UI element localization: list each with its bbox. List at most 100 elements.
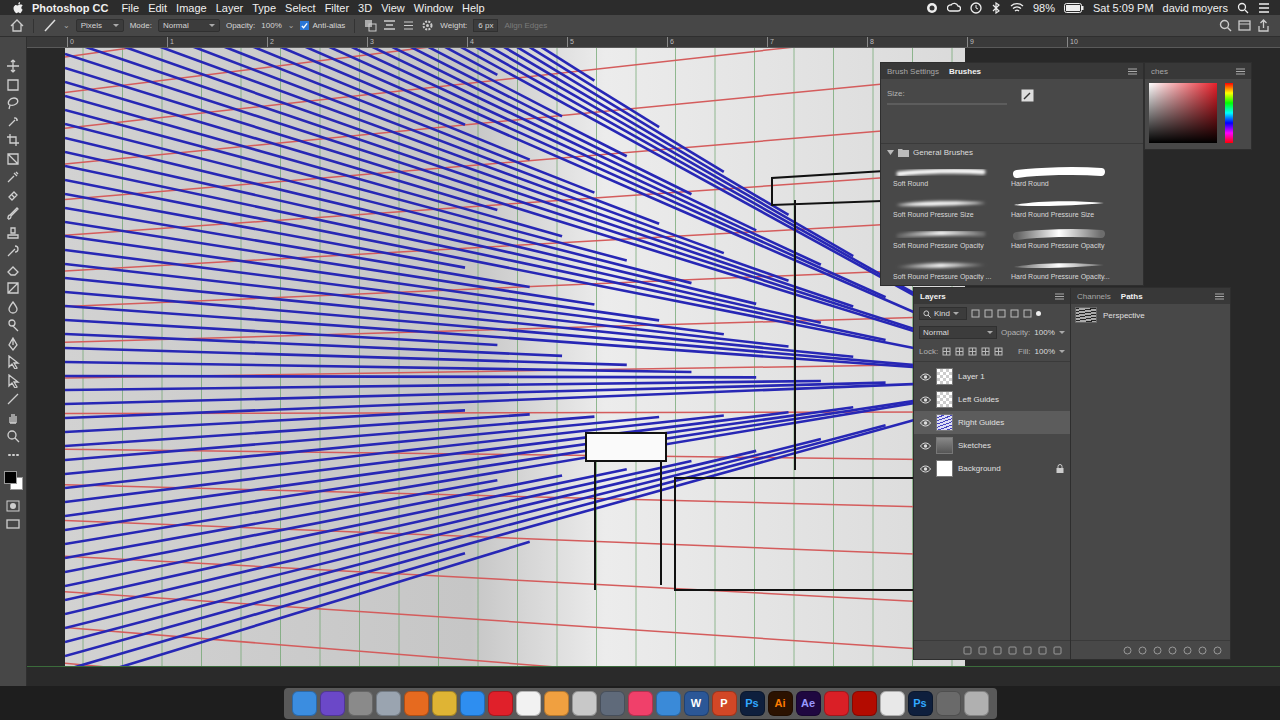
filter-dropdown[interactable]: Kind bbox=[919, 307, 967, 320]
dock-app-icon[interactable] bbox=[936, 691, 961, 716]
color-field[interactable] bbox=[1149, 83, 1217, 143]
filter-toggle-icon[interactable] bbox=[1036, 311, 1041, 316]
time-machine-icon[interactable] bbox=[970, 2, 982, 14]
wifi-icon[interactable] bbox=[1010, 2, 1024, 14]
lock-position-icon[interactable] bbox=[968, 347, 977, 356]
link-icon[interactable] bbox=[963, 646, 972, 655]
work-path-icon[interactable] bbox=[1168, 646, 1177, 655]
brush-preset[interactable]: Hard Round bbox=[1011, 161, 1127, 192]
tool-preset-caret[interactable]: ⌄ bbox=[63, 21, 70, 30]
crop-icon[interactable] bbox=[6, 133, 20, 147]
eyedropper-icon[interactable] bbox=[6, 170, 20, 184]
brush-preset[interactable]: Soft Round Pressure Opacity ... bbox=[893, 254, 1009, 285]
dock-app-icon[interactable] bbox=[460, 691, 485, 716]
path-select-icon[interactable] bbox=[6, 374, 20, 388]
panel-tab[interactable]: ches bbox=[1147, 65, 1172, 78]
workspace-icon[interactable] bbox=[1238, 19, 1251, 32]
layer-row[interactable]: Layer 1 bbox=[914, 365, 1070, 388]
battery-icon[interactable] bbox=[1064, 3, 1084, 13]
eye-icon[interactable] bbox=[920, 419, 931, 427]
smart-object-filter-icon[interactable] bbox=[1023, 309, 1032, 318]
menu-item[interactable]: Filter bbox=[325, 2, 349, 14]
mask-icon[interactable] bbox=[993, 646, 1002, 655]
align-icon[interactable] bbox=[383, 19, 396, 32]
brush-preset[interactable]: Hard Round Pressure Size bbox=[1011, 192, 1127, 223]
lock-all-icon[interactable] bbox=[994, 347, 1003, 356]
pen-icon[interactable] bbox=[6, 337, 20, 351]
dock-app-icon[interactable] bbox=[320, 691, 345, 716]
quick-mask-icon[interactable] bbox=[6, 499, 20, 513]
dock-app-icon[interactable] bbox=[404, 691, 429, 716]
healing-icon[interactable] bbox=[6, 189, 20, 203]
caret-icon[interactable] bbox=[1059, 331, 1065, 334]
hand-icon[interactable] bbox=[6, 411, 20, 425]
panel-menu-icon[interactable] bbox=[1128, 68, 1137, 75]
clock[interactable]: Sat 5:09 PM bbox=[1093, 2, 1154, 14]
dock-app-icon[interactable] bbox=[348, 691, 373, 716]
frame-icon[interactable] bbox=[6, 152, 20, 166]
line-icon[interactable] bbox=[6, 392, 20, 406]
anti-alias-checkbox[interactable]: Anti-alias bbox=[300, 21, 345, 30]
history-brush-icon[interactable] bbox=[6, 244, 20, 258]
menu-item[interactable]: Window bbox=[414, 2, 453, 14]
menu-item[interactable]: File bbox=[121, 2, 139, 14]
dock-app-icon[interactable] bbox=[852, 691, 877, 716]
app-menu[interactable]: Photoshop CC bbox=[32, 2, 108, 14]
size-slider[interactable] bbox=[887, 103, 1007, 105]
panel-menu-icon[interactable] bbox=[1215, 293, 1224, 300]
home-icon[interactable] bbox=[10, 19, 24, 32]
brush-preset[interactable]: Hard Round Pressure Opacity... bbox=[1011, 254, 1127, 285]
move-icon[interactable] bbox=[6, 59, 20, 73]
panel-menu-icon[interactable] bbox=[1236, 68, 1245, 75]
dock-app-icon[interactable]: Ai bbox=[768, 691, 793, 716]
notification-icon[interactable] bbox=[1258, 2, 1270, 14]
dock-app-icon[interactable]: Ps bbox=[908, 691, 933, 716]
dock-app-icon[interactable] bbox=[292, 691, 317, 716]
new-layer-icon[interactable] bbox=[1038, 646, 1047, 655]
adjustment-filter-icon[interactable] bbox=[984, 309, 993, 318]
brush-preset[interactable]: Soft Round bbox=[893, 161, 1009, 192]
menu-item[interactable]: Help bbox=[462, 2, 485, 14]
blend-mode-dropdown[interactable]: Normal bbox=[919, 326, 997, 339]
dock-app-icon[interactable] bbox=[964, 691, 989, 716]
checkbox-box[interactable] bbox=[300, 21, 309, 30]
brush-preset[interactable]: Hard Round Pressure Opacity bbox=[1011, 223, 1127, 254]
layer-row[interactable]: Background bbox=[914, 457, 1070, 480]
dock-app-icon[interactable] bbox=[572, 691, 597, 716]
line-tool-icon[interactable] bbox=[43, 19, 57, 32]
trash-icon[interactable] bbox=[1053, 646, 1062, 655]
spotlight-icon[interactable] bbox=[1237, 2, 1249, 14]
record-icon[interactable] bbox=[926, 2, 938, 14]
quick-select-icon[interactable] bbox=[6, 115, 20, 129]
dock-app-icon[interactable] bbox=[880, 691, 905, 716]
trash-icon[interactable] bbox=[1213, 646, 1222, 655]
stamp-icon[interactable] bbox=[6, 226, 20, 240]
panel-tab[interactable]: Paths bbox=[1117, 290, 1147, 303]
layer-row[interactable]: Left Guides bbox=[914, 388, 1070, 411]
document-canvas[interactable] bbox=[65, 48, 965, 666]
brush-preset[interactable]: Soft Round Pressure Size bbox=[893, 192, 1009, 223]
lock-artboard-icon[interactable] bbox=[981, 347, 990, 356]
layer-row[interactable]: Sketches bbox=[914, 434, 1070, 457]
panel-tab[interactable]: Brush Settings bbox=[883, 65, 943, 78]
new-brush-icon[interactable] bbox=[1021, 89, 1034, 102]
dock-app-icon[interactable] bbox=[824, 691, 849, 716]
menu-item[interactable]: 3D bbox=[358, 2, 372, 14]
panel-tab[interactable]: Brushes bbox=[945, 65, 985, 78]
fx-icon[interactable] bbox=[978, 646, 987, 655]
eye-icon[interactable] bbox=[920, 373, 931, 381]
align-edges-option[interactable]: Align Edges bbox=[504, 21, 547, 30]
dock-app-icon[interactable] bbox=[656, 691, 681, 716]
opacity-caret[interactable]: ⌄ bbox=[288, 21, 295, 30]
lasso-icon[interactable] bbox=[6, 96, 20, 110]
dock-app-icon[interactable] bbox=[376, 691, 401, 716]
gear-icon[interactable] bbox=[421, 19, 434, 32]
panel-tab[interactable]: Layers bbox=[916, 290, 950, 303]
dock-app-icon[interactable]: Ae bbox=[796, 691, 821, 716]
menu-item[interactable]: Edit bbox=[148, 2, 167, 14]
lock-paint-icon[interactable] bbox=[955, 347, 964, 356]
eye-icon[interactable] bbox=[920, 442, 931, 450]
apple-icon[interactable] bbox=[12, 2, 23, 14]
adjustment-icon[interactable] bbox=[1008, 646, 1017, 655]
marquee-icon[interactable] bbox=[6, 78, 20, 92]
